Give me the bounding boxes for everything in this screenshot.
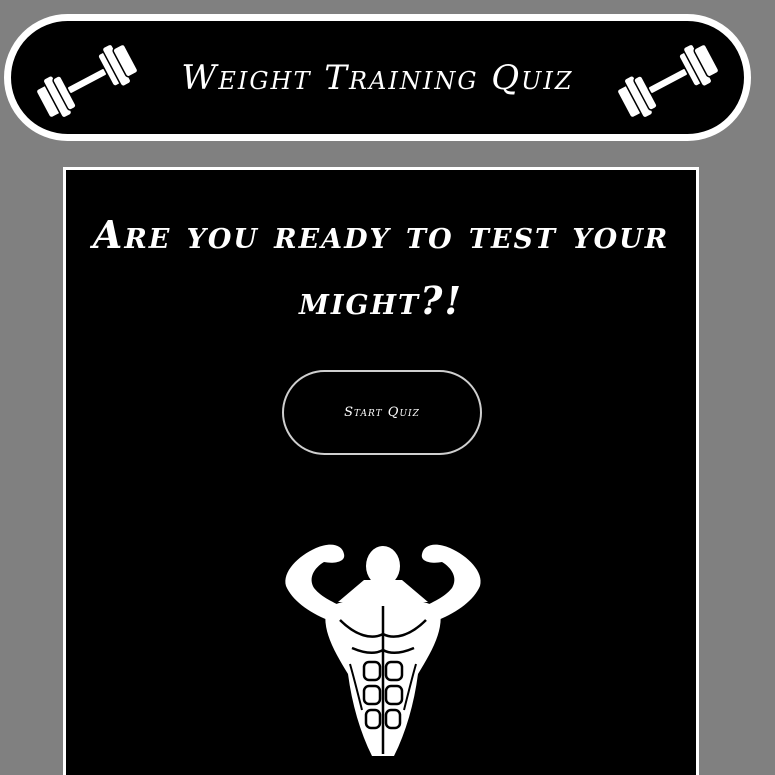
bodybuilder-icon <box>285 544 481 756</box>
quiz-start-panel: Are you ready to test your might?! Start… <box>63 167 699 775</box>
headline: Are you ready to test your might?! <box>92 212 670 323</box>
page: Weight Training Quiz Are you ready to te… <box>0 0 775 775</box>
header-banner: Weight Training Quiz <box>4 14 751 141</box>
start-quiz-button[interactable]: Start Quiz <box>282 370 482 455</box>
dumbbell-icon <box>616 43 720 119</box>
